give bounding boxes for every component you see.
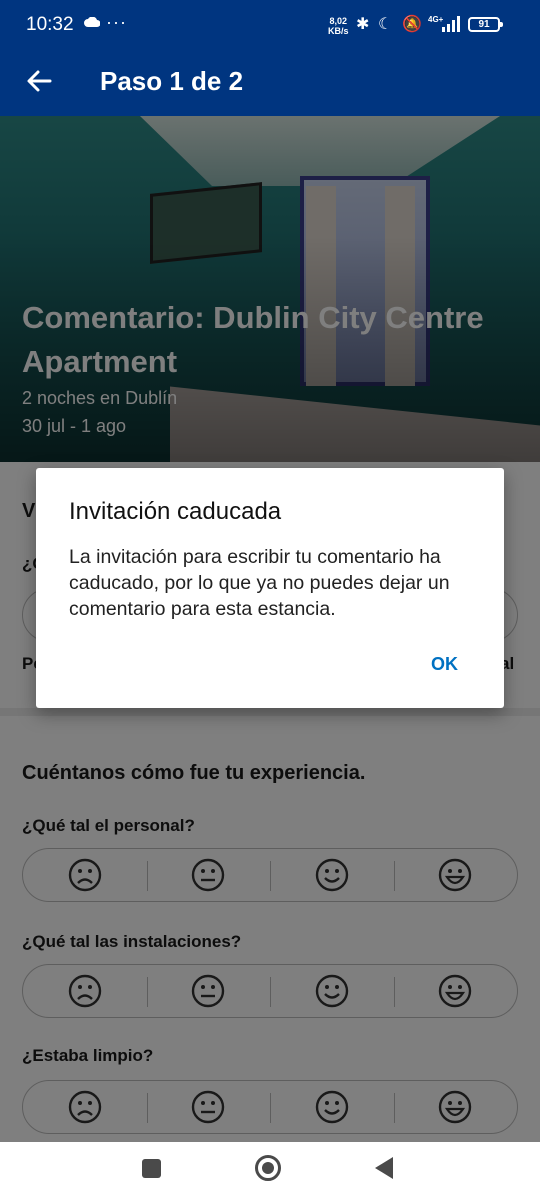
cloud-icon xyxy=(84,17,100,27)
status-time: 10:32 xyxy=(26,14,74,35)
back-icon[interactable] xyxy=(375,1157,393,1179)
page-title: Paso 1 de 2 xyxy=(100,66,244,96)
do-not-disturb-moon-icon: ☾ xyxy=(378,16,393,33)
battery-icon: 91 xyxy=(468,17,503,32)
system-nav-bar xyxy=(0,1142,540,1200)
ok-button[interactable]: OK xyxy=(431,654,458,675)
home-icon[interactable] xyxy=(255,1155,281,1181)
app-bar: Paso 1 de 2 xyxy=(0,52,540,116)
expired-invitation-dialog: Invitación caducada La invitación para e… xyxy=(36,468,504,708)
battery-level: 91 xyxy=(478,19,490,30)
dialog-title: Invitación caducada xyxy=(69,498,282,525)
status-bar: 10:32 ··· 8,02 KB/s ✱ ☾ 🔕 4G+ 91 xyxy=(0,0,540,52)
more-notifications-icon: ··· xyxy=(106,12,127,32)
signal-icon xyxy=(442,16,460,32)
muted-bell-icon: 🔕 xyxy=(402,16,422,33)
recent-apps-icon[interactable] xyxy=(142,1159,161,1178)
dialog-message: La invitación para escribir tu comentari… xyxy=(69,546,450,620)
back-arrow-icon[interactable] xyxy=(24,66,54,96)
network-speed: 8,02 KB/s xyxy=(328,16,349,36)
bluetooth-icon: ✱ xyxy=(356,16,370,33)
